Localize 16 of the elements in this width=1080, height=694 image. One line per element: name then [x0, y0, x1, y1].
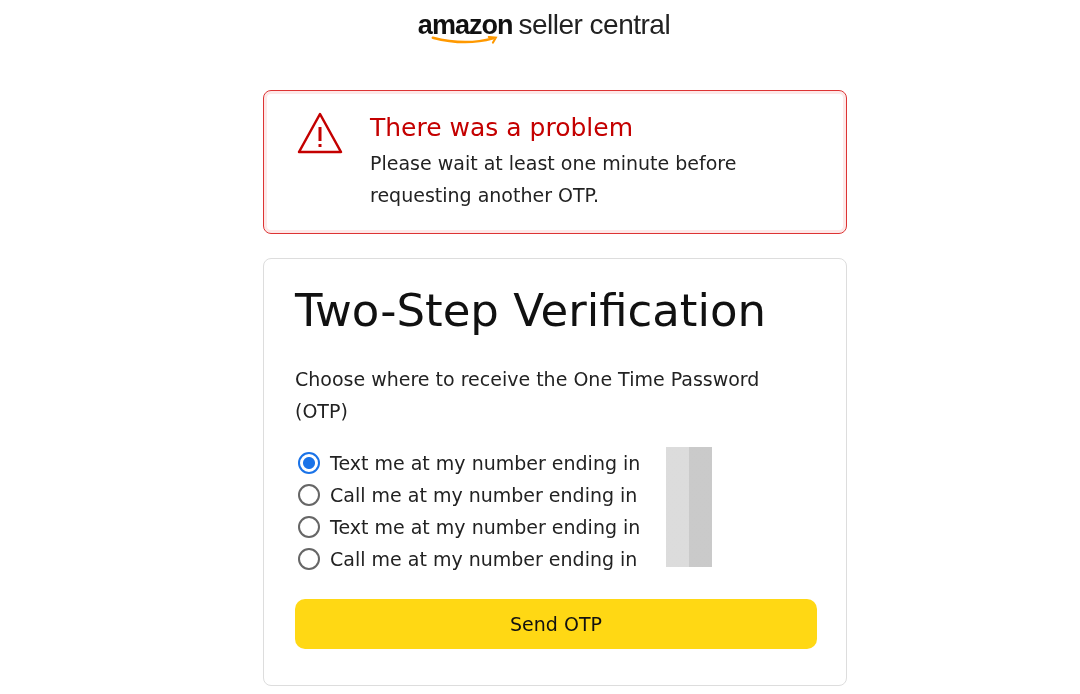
logo-product: seller central — [518, 10, 671, 40]
option-label: Text me at my number ending in — [330, 452, 641, 474]
logo-brand: amazon — [417, 10, 513, 40]
radio-button[interactable] — [298, 484, 320, 506]
radio-button[interactable] — [298, 516, 320, 538]
prompt-text: Choose where to receive the One Time Password (OTP) — [295, 367, 761, 424]
warning-icon — [296, 111, 344, 155]
radio-button[interactable] — [298, 452, 320, 474]
alert-title: There was a problem — [370, 112, 634, 144]
radio-button[interactable] — [298, 548, 320, 570]
option-label: Call me at my number ending in — [330, 548, 638, 570]
option-label: Call me at my number ending in — [330, 484, 638, 506]
option-label: Text me at my number ending in — [330, 516, 641, 538]
send-otp-button[interactable]: Send OTP — [295, 599, 817, 649]
alert-message: Please wait at least one minute before requesting another OTP. — [370, 151, 738, 208]
page-title: Two-Step Verification — [295, 283, 768, 339]
